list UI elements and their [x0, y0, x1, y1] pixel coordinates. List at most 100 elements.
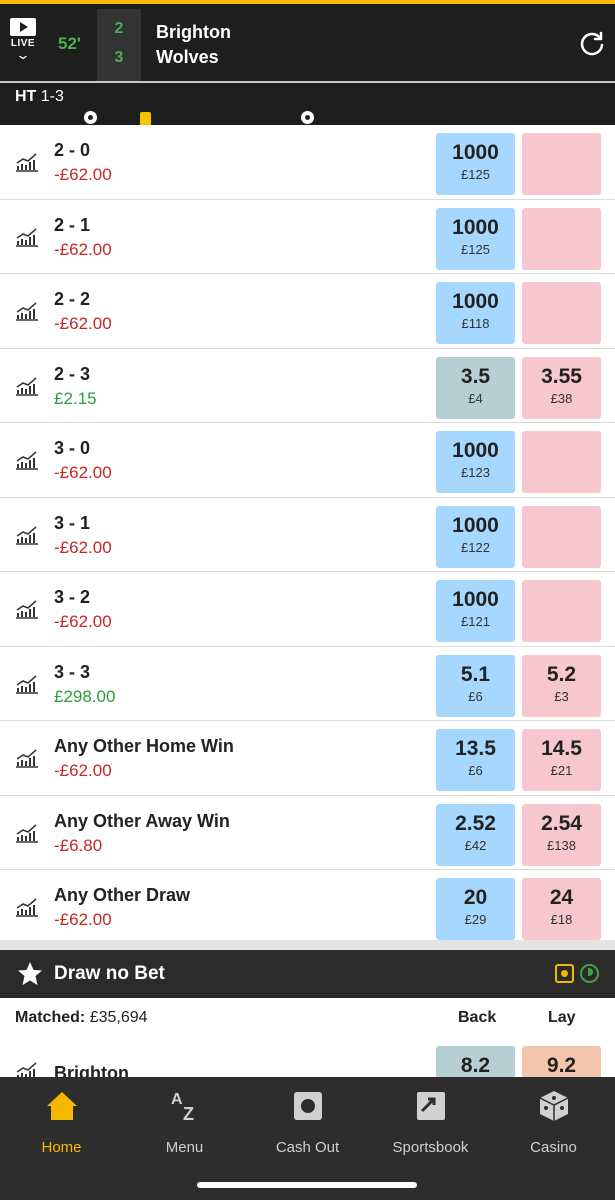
profit-loss: £2.15: [54, 388, 97, 408]
lay-odds-button[interactable]: 14.5 £21: [522, 729, 601, 791]
home-indicator[interactable]: [197, 1182, 417, 1188]
runner-name: 3 - 3: [54, 661, 91, 682]
lay-stake: £18: [550, 912, 573, 927]
matched-label: Matched:: [15, 1009, 86, 1026]
live-toggle[interactable]: LIVE ⌄: [8, 18, 38, 70]
matched-value: £35,694: [89, 1009, 148, 1026]
lay-odds-button[interactable]: 2.54 £138: [522, 803, 601, 866]
runner-name: 2 - 0: [54, 140, 91, 160]
correct-score-market: 2 - 0 -£62.00 1000 £125 2 - 1 -£62.00 10…: [0, 125, 615, 940]
profit-loss: -£62.00: [54, 314, 112, 333]
runner-row: Brighton 8.2 9.2: [0, 1040, 615, 1080]
lay-odds: [522, 216, 601, 240]
lay-odds: 24: [549, 886, 574, 909]
back-odds: 3.5: [460, 364, 491, 388]
nav-home[interactable]: Home: [0, 1089, 123, 1156]
back-odds-button[interactable]: 1000 £122: [436, 505, 515, 568]
chart-icon[interactable]: [14, 896, 40, 918]
lay-odds: 9.2: [546, 1054, 577, 1077]
lay-odds-button[interactable]: 5.2 £3: [522, 654, 601, 717]
chevron-down-icon: ⌄: [15, 47, 31, 62]
back-odds-button[interactable]: 5.1 £6: [436, 654, 515, 717]
runner-row: 2 - 0 -£62.00 1000 £125: [0, 125, 615, 200]
back-odds-button[interactable]: 1000 £125: [436, 207, 515, 270]
chart-icon[interactable]: [14, 598, 40, 620]
chart-icon[interactable]: [14, 822, 40, 844]
back-odds-button[interactable]: 8.2: [436, 1046, 515, 1080]
lay-odds-button[interactable]: [522, 431, 601, 493]
star-icon[interactable]: [17, 961, 43, 987]
back-odds-button[interactable]: 1000 £123: [436, 431, 515, 493]
away-team-name: Wolves: [156, 47, 219, 67]
back-odds: 8.2: [460, 1054, 491, 1077]
chart-icon[interactable]: [14, 524, 40, 546]
lay-odds: [522, 588, 601, 612]
runner-name: 3 - 0: [54, 438, 91, 458]
refresh-icon[interactable]: [579, 30, 605, 56]
runner-row: 3 - 0 -£62.00 1000 £123: [0, 423, 615, 498]
lay-column-header: Lay: [548, 1009, 576, 1026]
runner-row: Any Other Draw -£62.00 20 £29 24 £18: [0, 870, 615, 940]
back-odds: 20: [463, 886, 488, 909]
runner-row: Any Other Home Win -£62.00 13.5 £6 14.5 …: [0, 721, 615, 796]
match-minute: 52': [58, 34, 81, 53]
runner-name: Any Other Draw: [54, 885, 191, 905]
profit-loss: -£62.00: [54, 463, 112, 482]
back-odds-button[interactable]: 20 £29: [436, 878, 515, 940]
back-odds-button[interactable]: 3.5 £4: [436, 356, 515, 419]
back-odds-button[interactable]: 1000 £125: [436, 133, 515, 195]
back-odds-button[interactable]: 1000 £121: [436, 580, 515, 642]
lay-odds: 5.2: [546, 662, 577, 686]
runner-row: 3 - 1 -£62.00 1000 £122: [0, 497, 615, 572]
runner-name: 2 - 2: [54, 289, 91, 309]
away-score: 3: [114, 49, 124, 66]
lay-odds: [522, 290, 601, 314]
chart-icon[interactable]: [14, 747, 40, 769]
back-odds-button[interactable]: 13.5 £6: [436, 729, 515, 791]
runner-name: 2 - 3: [54, 363, 91, 384]
nav-casino[interactable]: Casino: [492, 1089, 615, 1156]
back-stake: £122: [461, 539, 490, 555]
lay-odds-button[interactable]: [522, 282, 601, 344]
home-icon: [46, 1092, 77, 1120]
profit-loss: -£62.00: [54, 537, 112, 557]
lay-stake: £38: [550, 390, 573, 406]
chart-icon[interactable]: [14, 375, 40, 397]
nav-menu[interactable]: A Z Menu: [123, 1089, 246, 1156]
goal-ball-icon: [300, 110, 315, 125]
lay-odds: [522, 141, 601, 165]
back-odds: 1000: [452, 215, 499, 239]
home-team-name: Brighton: [156, 22, 231, 42]
chart-icon[interactable]: [14, 151, 40, 173]
chart-icon[interactable]: [14, 300, 40, 322]
runner-name: Any Other Away Win: [54, 810, 230, 831]
back-stake: £4: [468, 390, 483, 406]
lay-odds-button[interactable]: 24 £18: [522, 878, 601, 940]
back-odds: 1000: [452, 439, 499, 462]
lay-odds-button[interactable]: [522, 580, 601, 642]
runner-row: 2 - 2 -£62.00 1000 £118: [0, 274, 615, 349]
lay-odds-button[interactable]: [522, 207, 601, 270]
lay-odds-button[interactable]: [522, 133, 601, 195]
lay-odds-button[interactable]: 9.2: [522, 1046, 601, 1080]
back-stake: £118: [461, 316, 490, 331]
lay-odds: 14.5: [541, 737, 582, 760]
chart-icon[interactable]: [14, 226, 40, 248]
back-stake: £123: [461, 465, 490, 480]
nav-cash-out[interactable]: Cash Out: [246, 1089, 369, 1156]
runner-name: 3 - 2: [54, 587, 91, 607]
draw-no-bet-header[interactable]: Draw no Bet: [0, 950, 615, 998]
back-odds-button[interactable]: 1000 £118: [436, 282, 515, 344]
back-stake: £125: [461, 241, 490, 257]
lay-odds-button[interactable]: [522, 505, 601, 568]
lay-stake: £138: [547, 837, 576, 853]
nav-sportsbook[interactable]: Sportsbook: [369, 1089, 492, 1156]
lay-odds-button[interactable]: 3.55 £38: [522, 356, 601, 419]
back-odds-button[interactable]: 2.52 £42: [436, 803, 515, 866]
chart-icon[interactable]: [14, 673, 40, 695]
runner-row: 2 - 3 £2.15 3.5 £4 3.55 £38: [0, 348, 615, 423]
chart-icon[interactable]: [14, 449, 40, 471]
nav-label: Menu: [165, 1139, 204, 1156]
back-odds: 1000: [452, 141, 499, 164]
section-separator: [0, 940, 615, 950]
